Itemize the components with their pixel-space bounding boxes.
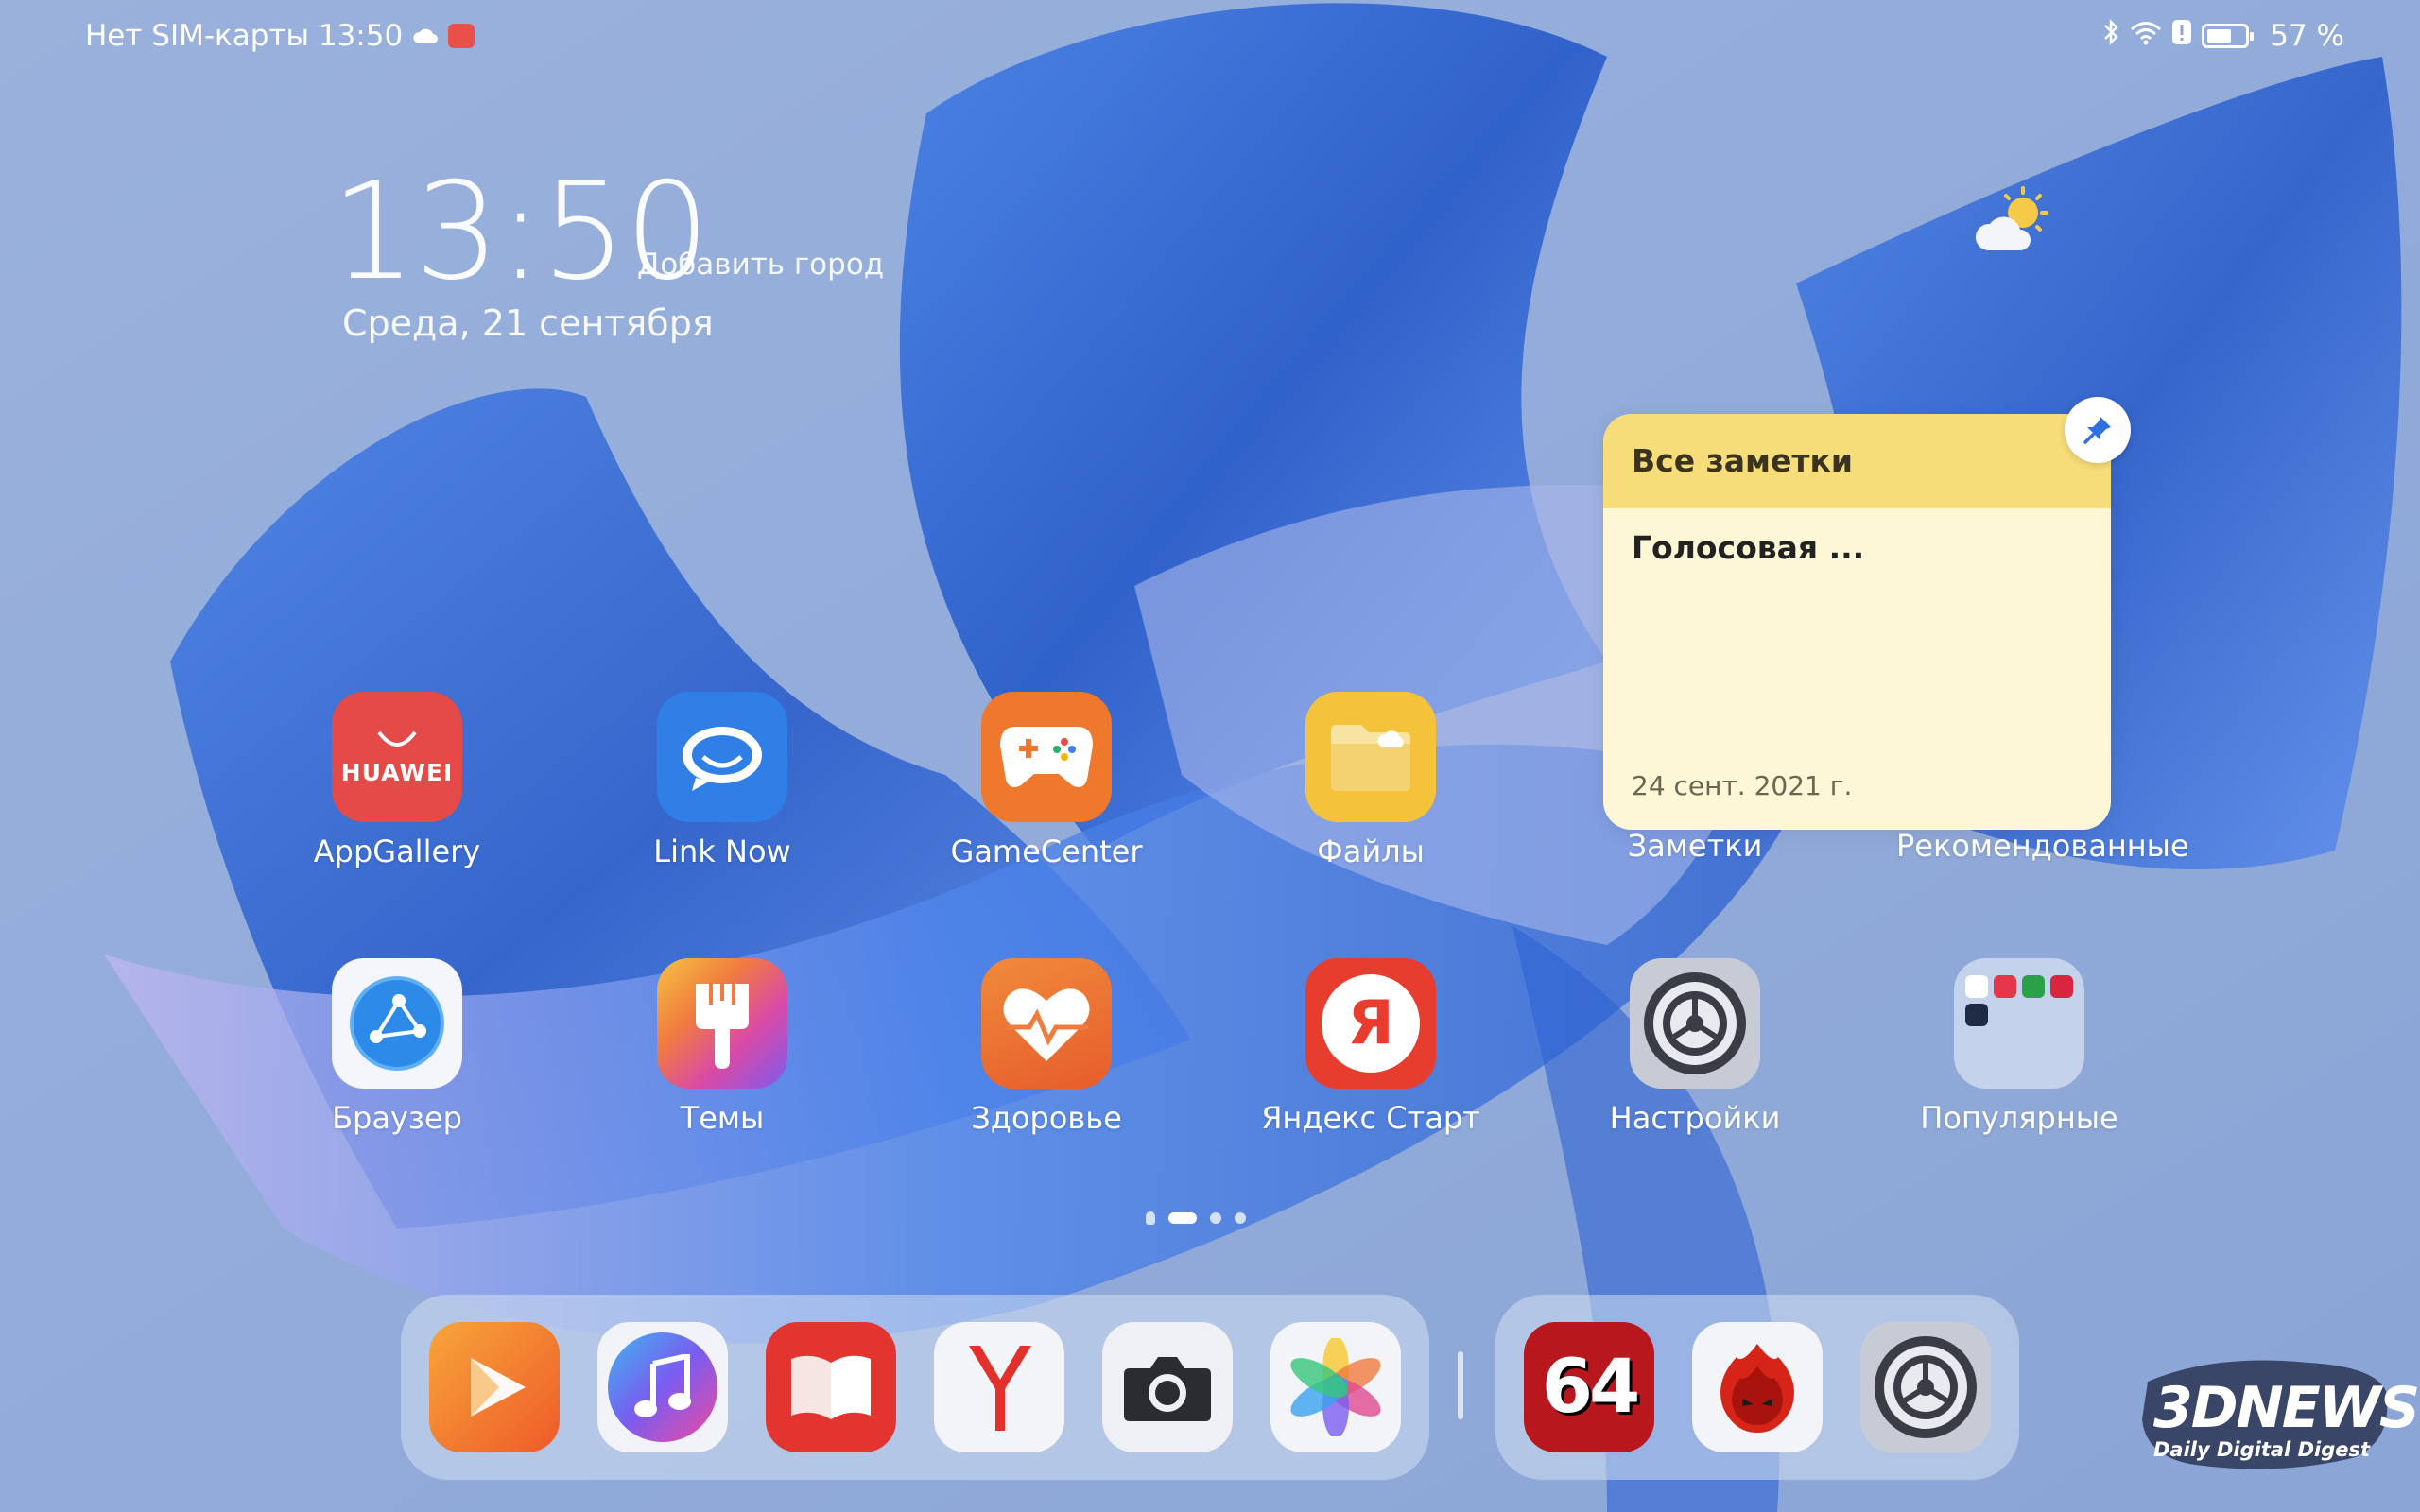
bluetooth-icon bbox=[2101, 18, 2120, 54]
note-date: 24 сент. 2021 г. bbox=[1632, 770, 1853, 801]
appgallery-icon[interactable]: HUAWEI bbox=[332, 692, 462, 822]
app-label: Темы bbox=[680, 1100, 765, 1136]
folder-icon[interactable] bbox=[1954, 958, 2084, 1089]
app-settings[interactable]: Настройки bbox=[1572, 958, 1818, 1136]
dock-right: 64 bbox=[1495, 1295, 2019, 1480]
carrier-time: Нет SIM-карты 13:50 bbox=[85, 19, 404, 53]
notes-widget-label: Заметки bbox=[1572, 828, 1818, 864]
dock-separator bbox=[1458, 1351, 1463, 1419]
add-city-link[interactable]: Добавить город bbox=[637, 248, 884, 282]
weather-sun-cloud-icon[interactable] bbox=[1971, 184, 2056, 260]
alert-icon bbox=[2171, 19, 2192, 53]
settings-icon[interactable] bbox=[1860, 1322, 1991, 1452]
clock-date: Среда, 21 сентября bbox=[342, 302, 714, 344]
watermark-logo: 3DNEWS bbox=[2153, 1375, 2420, 1441]
status-bar: Нет SIM-карты 13:50 57 % bbox=[85, 17, 2344, 55]
wifi-icon bbox=[2130, 19, 2162, 53]
mini-app-icon bbox=[2022, 975, 2045, 998]
dock-left bbox=[401, 1295, 1429, 1480]
yandex-start-icon[interactable]: Я bbox=[1305, 958, 1436, 1089]
browser-icon[interactable] bbox=[332, 958, 462, 1089]
yandex-browser-icon[interactable] bbox=[934, 1322, 1064, 1452]
app-label: Здоровье bbox=[971, 1100, 1122, 1136]
camera-icon[interactable] bbox=[1102, 1322, 1233, 1452]
app-label: Link Now bbox=[653, 833, 791, 869]
app-label: Браузер bbox=[332, 1100, 462, 1136]
recommended-widget-label: Рекомендованные bbox=[1896, 828, 2189, 864]
app-themes[interactable]: Темы bbox=[599, 958, 845, 1136]
cloud-icon bbox=[412, 19, 439, 53]
music-icon[interactable] bbox=[597, 1322, 728, 1452]
app-label: Заметки bbox=[1627, 828, 1763, 864]
pin-icon[interactable] bbox=[2065, 397, 2131, 463]
antutu-icon[interactable] bbox=[1692, 1322, 1823, 1452]
files-icon[interactable] bbox=[1305, 692, 1436, 822]
app-yandex-start[interactable]: Я Яндекс Старт bbox=[1248, 958, 1494, 1136]
aida64-glyph: 64 bbox=[1541, 1345, 1641, 1430]
page-dot-minus-one[interactable] bbox=[1146, 1211, 1155, 1225]
watermark-tagline: Daily Digital Digest bbox=[2153, 1438, 2371, 1461]
mini-app-icon bbox=[1965, 975, 1988, 998]
gallery-icon[interactable] bbox=[1270, 1322, 1401, 1452]
huawei-wordmark: HUAWEI bbox=[340, 758, 454, 786]
video-icon[interactable] bbox=[429, 1322, 560, 1452]
gamecenter-icon[interactable] bbox=[981, 692, 1112, 822]
app-link-now[interactable]: Link Now bbox=[599, 692, 845, 869]
app-health[interactable]: Здоровье bbox=[924, 958, 1169, 1136]
page-dot[interactable] bbox=[1235, 1212, 1246, 1224]
yandex-glyph: Я bbox=[1347, 988, 1394, 1058]
link-now-icon[interactable] bbox=[657, 692, 787, 822]
mini-app-icon bbox=[2050, 975, 2073, 998]
folder-popular[interactable]: Популярные bbox=[1896, 958, 2142, 1136]
huawei-notification-icon bbox=[448, 24, 475, 48]
page-dot[interactable] bbox=[1210, 1212, 1221, 1224]
watermark: 3DNEWS Daily Digital Digest bbox=[2153, 1375, 2420, 1461]
battery-icon bbox=[2202, 24, 2255, 48]
page-indicator[interactable] bbox=[1146, 1211, 1246, 1225]
app-label: Файлы bbox=[1317, 833, 1425, 869]
app-gamecenter[interactable]: GameCenter bbox=[924, 692, 1169, 869]
app-label: Настройки bbox=[1609, 1100, 1781, 1136]
notes-widget[interactable]: Все заметки Голосовая ... 24 сент. 2021 … bbox=[1603, 414, 2111, 830]
note-title[interactable]: Голосовая ... bbox=[1603, 508, 2111, 587]
app-appgallery[interactable]: HUAWEI AppGallery bbox=[274, 692, 520, 869]
health-icon[interactable] bbox=[981, 958, 1112, 1089]
app-label: GameCenter bbox=[950, 833, 1143, 869]
notes-widget-header[interactable]: Все заметки bbox=[1603, 414, 2111, 508]
mini-app-icon bbox=[1965, 1004, 1988, 1026]
app-browser[interactable]: Браузер bbox=[274, 958, 520, 1136]
app-label: AppGallery bbox=[313, 833, 481, 869]
page-dot-active[interactable] bbox=[1168, 1212, 1197, 1224]
app-files[interactable]: Файлы bbox=[1248, 692, 1494, 869]
battery-percent: 57 % bbox=[2270, 19, 2344, 53]
mini-app-icon bbox=[1994, 975, 2016, 998]
books-icon[interactable] bbox=[766, 1322, 896, 1452]
app-label: Рекомендованные bbox=[1896, 828, 2189, 864]
app-label: Популярные bbox=[1920, 1100, 2118, 1136]
aida64-icon[interactable]: 64 bbox=[1524, 1322, 1654, 1452]
settings-icon[interactable] bbox=[1630, 958, 1760, 1089]
app-label: Яндекс Старт bbox=[1261, 1100, 1480, 1136]
themes-icon[interactable] bbox=[657, 958, 787, 1089]
